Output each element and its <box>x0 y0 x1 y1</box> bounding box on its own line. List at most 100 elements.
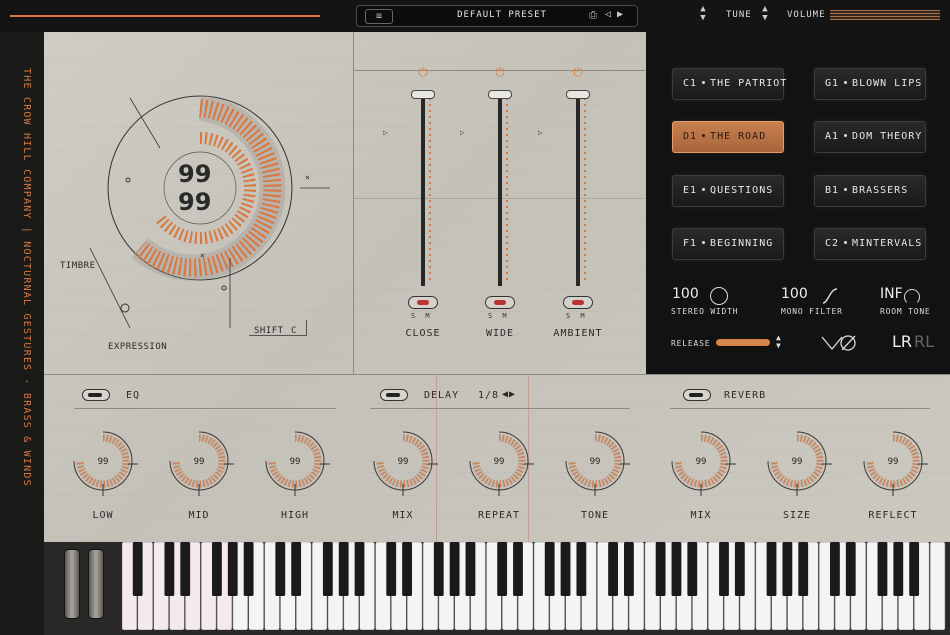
divider <box>74 408 336 409</box>
black-key[interactable] <box>386 542 397 596</box>
black-key[interactable] <box>291 542 302 596</box>
articulation-button[interactable]: C1 THE PATRIOT <box>672 68 786 100</box>
articulation-button[interactable]: F1 BEGINNING <box>672 228 784 260</box>
black-key[interactable] <box>798 542 809 596</box>
black-key[interactable] <box>671 542 682 596</box>
black-key[interactable] <box>687 542 698 596</box>
preset-name[interactable]: DEFAULT PRESET <box>447 10 557 20</box>
division-arrows-icon[interactable]: ◀▶ <box>502 389 516 400</box>
fader-handle[interactable] <box>488 90 512 99</box>
prev-preset-icon[interactable]: ◁ <box>605 9 611 20</box>
knob-dial[interactable]: 99 <box>664 424 738 498</box>
stereo-width-knob[interactable] <box>710 287 728 305</box>
black-key[interactable] <box>624 542 634 596</box>
knob-dial[interactable]: 99 <box>258 424 332 498</box>
next-preset-icon[interactable]: ▶ <box>617 9 623 20</box>
black-key[interactable] <box>322 542 333 596</box>
reverb-toggle[interactable] <box>683 389 711 401</box>
hamburger-icon[interactable]: ≡ <box>365 9 393 24</box>
solo-mute-toggle[interactable] <box>563 296 593 309</box>
black-key[interactable] <box>243 542 254 596</box>
mod-wheel[interactable] <box>88 549 104 619</box>
delay-toggle[interactable] <box>380 389 408 401</box>
black-key[interactable] <box>132 542 143 596</box>
release-stepper-icon[interactable]: ▲ ▼ <box>776 334 781 350</box>
rl-toggle[interactable]: RL <box>914 332 934 351</box>
volume-stepper-icon[interactable]: ▲ ▼ <box>760 5 770 23</box>
tune-stepper-icon[interactable]: ▲ ▼ <box>698 5 708 23</box>
articulation-button[interactable]: B1 BRASSERS <box>814 175 926 207</box>
eq-toggle[interactable] <box>82 389 110 401</box>
black-key[interactable] <box>655 542 666 596</box>
release-slider[interactable] <box>716 339 770 346</box>
articulation-button[interactable]: G1 BLOWN LIPS <box>814 68 926 100</box>
filter-curve-icon[interactable] <box>822 287 838 305</box>
preset-selector[interactable]: ≡ DEFAULT PRESET ⎙ ◁ ▶ <box>356 5 638 27</box>
black-key[interactable] <box>433 542 444 596</box>
knob-dial[interactable]: 99 <box>760 424 834 498</box>
black-key[interactable] <box>560 542 571 596</box>
articulation-name: QUESTIONS <box>710 185 774 196</box>
fader-track[interactable] <box>498 94 502 286</box>
articulation-button[interactable]: D1 THE ROAD <box>672 121 784 153</box>
black-key[interactable] <box>845 542 856 596</box>
black-key[interactable] <box>544 542 555 596</box>
black-key[interactable] <box>782 542 793 596</box>
black-key[interactable] <box>212 542 222 596</box>
pitch-wheel[interactable] <box>64 549 80 619</box>
articulation-button[interactable]: A1 DOM THEORY <box>814 121 926 153</box>
black-key[interactable] <box>766 542 777 596</box>
fader-handle[interactable] <box>411 90 435 99</box>
knob-dial[interactable]: 99 <box>856 424 930 498</box>
black-key[interactable] <box>180 542 191 596</box>
divider <box>370 408 630 409</box>
fader-handle[interactable] <box>566 90 590 99</box>
black-key[interactable] <box>877 542 888 596</box>
knob-dial[interactable]: 99 <box>462 424 536 498</box>
knob-dial[interactable]: 99 <box>558 424 632 498</box>
black-key[interactable] <box>734 542 745 596</box>
delay-division[interactable]: 1/8 <box>478 390 499 401</box>
room-tone-knob[interactable] <box>904 289 920 305</box>
knob-dial[interactable]: 99 <box>366 424 440 498</box>
black-key[interactable] <box>354 542 365 596</box>
fader-track[interactable] <box>576 94 580 286</box>
solo-mute-toggle[interactable] <box>408 296 438 309</box>
black-key[interactable] <box>449 542 460 596</box>
black-key[interactable] <box>608 542 618 596</box>
black-key[interactable] <box>465 542 476 596</box>
shift-value[interactable]: C <box>291 326 297 336</box>
fader-name: AMBIENT <box>553 328 603 339</box>
power-icon[interactable]: ⏻ <box>494 66 506 78</box>
phase-icon[interactable] <box>820 333 860 353</box>
black-key[interactable] <box>513 542 523 596</box>
knob-dial[interactable]: 99 <box>162 424 236 498</box>
power-icon[interactable]: ⏻ <box>417 66 429 78</box>
knob-dial[interactable]: 99 <box>66 424 140 498</box>
piano-keyboard[interactable] <box>122 542 946 630</box>
fader-track[interactable] <box>421 94 425 286</box>
save-icon[interactable]: ⎙ <box>589 10 597 21</box>
black-key[interactable] <box>402 542 412 596</box>
black-key[interactable] <box>227 542 238 596</box>
black-key[interactable] <box>164 542 175 596</box>
black-key[interactable] <box>497 542 508 596</box>
articulation-button[interactable]: E1 QUESTIONS <box>672 175 784 207</box>
volume-slider[interactable] <box>830 10 940 20</box>
white-key[interactable] <box>929 542 946 630</box>
black-key[interactable] <box>275 542 286 596</box>
black-key[interactable] <box>719 542 729 596</box>
lr-toggle[interactable]: LR <box>892 332 912 351</box>
tune-label: TUNE <box>726 10 752 20</box>
black-key[interactable] <box>893 542 904 596</box>
bullet-icon <box>844 133 848 137</box>
fader-close: ⏻ ▷ S M CLOSE <box>383 66 463 346</box>
articulation-button[interactable]: C2 MINTERVALS <box>814 228 926 260</box>
black-key[interactable] <box>576 542 587 596</box>
black-key[interactable] <box>830 542 840 596</box>
black-key[interactable] <box>338 542 349 596</box>
top-bar: ≡ DEFAULT PRESET ⎙ ◁ ▶ ▲ ▼ TUNE ▲ ▼ VOLUME <box>0 0 950 32</box>
solo-mute-toggle[interactable] <box>485 296 515 309</box>
black-key[interactable] <box>909 542 920 596</box>
power-icon[interactable]: ⏻ <box>572 66 584 78</box>
